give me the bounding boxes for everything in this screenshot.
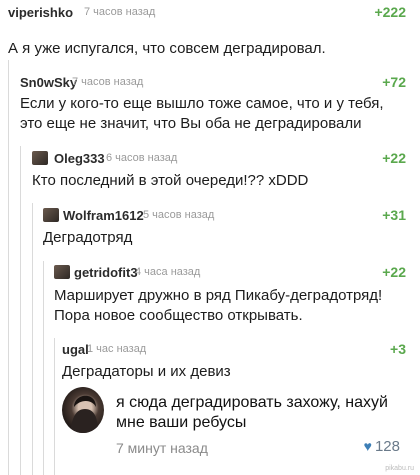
thread-rail-1 [8, 60, 9, 475]
comment-time: 7 часов назад [72, 76, 144, 88]
comment-author[interactable]: getridofit3 [74, 265, 138, 280]
avatar[interactable] [54, 265, 70, 279]
avatar[interactable] [32, 151, 48, 165]
thread-rail-3 [32, 203, 33, 475]
comment-header: viperishko 7 часов назад +222 [8, 3, 406, 23]
likes-counter[interactable]: ♥ 128 [364, 438, 400, 455]
thread-rail-5 [54, 338, 55, 475]
comment-header: Sn0wSky 7 часов назад +72 [20, 73, 406, 93]
comment: viperishko 7 часов назад +222 А я уже ис… [8, 3, 406, 59]
comment-header: getridofit3 4 часа назад +22 [54, 263, 406, 283]
comment-score: +72 [382, 74, 406, 90]
comment-time: 7 часов назад [84, 6, 156, 18]
comment-score: +222 [374, 4, 406, 20]
comment-text: Деградаторы и их девиз [62, 363, 231, 380]
comment: Sn0wSky 7 часов назад +72 Если у кого-то… [20, 73, 406, 134]
comment-score: +3 [390, 341, 406, 357]
comment: getridofit3 4 часа назад +22 Марширует д… [54, 263, 406, 326]
embedded-message-text: я сюда деградировать захожу, нахуй мне в… [116, 394, 388, 431]
comment-author[interactable]: viperishko [8, 5, 73, 20]
comment-time: 4 часа назад [135, 266, 201, 278]
comment-time: 1 час назад [87, 343, 147, 355]
avatar[interactable] [43, 208, 59, 222]
avatar-image [62, 387, 104, 433]
thread-rail-4 [43, 261, 44, 475]
comment-text: Деградотряд [43, 229, 133, 246]
comment-text: Если у кого-то еще вышло тоже самое, что… [20, 95, 384, 132]
comment-header: ugal 1 час назад +3 [62, 340, 406, 360]
comment: ugal 1 час назад +3 Деградаторы и их дев… [62, 340, 406, 382]
comment-score: +31 [382, 207, 406, 223]
embedded-message[interactable]: я сюда деградировать захожу, нахуй мне в… [62, 381, 408, 465]
comment-author[interactable]: ugal [62, 342, 89, 357]
thread-rail-2 [20, 146, 21, 475]
comment-text: Марширует дружно в ряд Пикабу-деградотря… [54, 287, 383, 324]
comment-header: Wolfram1612 5 часов назад +31 [43, 206, 406, 226]
comment: Oleg333 6 часов назад +22 Кто последний … [32, 149, 406, 191]
comment-text: А я уже испугался, что совсем деградиров… [8, 40, 326, 57]
comment-score: +22 [382, 264, 406, 280]
comment-time: 5 часов назад [143, 209, 215, 221]
comment-author[interactable]: Sn0wSky [20, 75, 77, 90]
embedded-message-time: 7 минут назад [116, 440, 208, 456]
comment: Wolfram1612 5 часов назад +31 Деградотря… [43, 206, 406, 248]
comment-time: 6 часов назад [106, 152, 178, 164]
comment-author[interactable]: Oleg333 [54, 151, 105, 166]
likes-count: 128 [374, 438, 400, 455]
watermark: pikabu.ru [385, 465, 414, 472]
comment-header: Oleg333 6 часов назад +22 [32, 149, 406, 169]
comment-score: +22 [382, 150, 406, 166]
heart-icon: ♥ [363, 438, 372, 454]
comment-author[interactable]: Wolfram1612 [63, 208, 144, 223]
comment-text: Кто последний в этой очереди!?? xDDD [32, 172, 309, 189]
